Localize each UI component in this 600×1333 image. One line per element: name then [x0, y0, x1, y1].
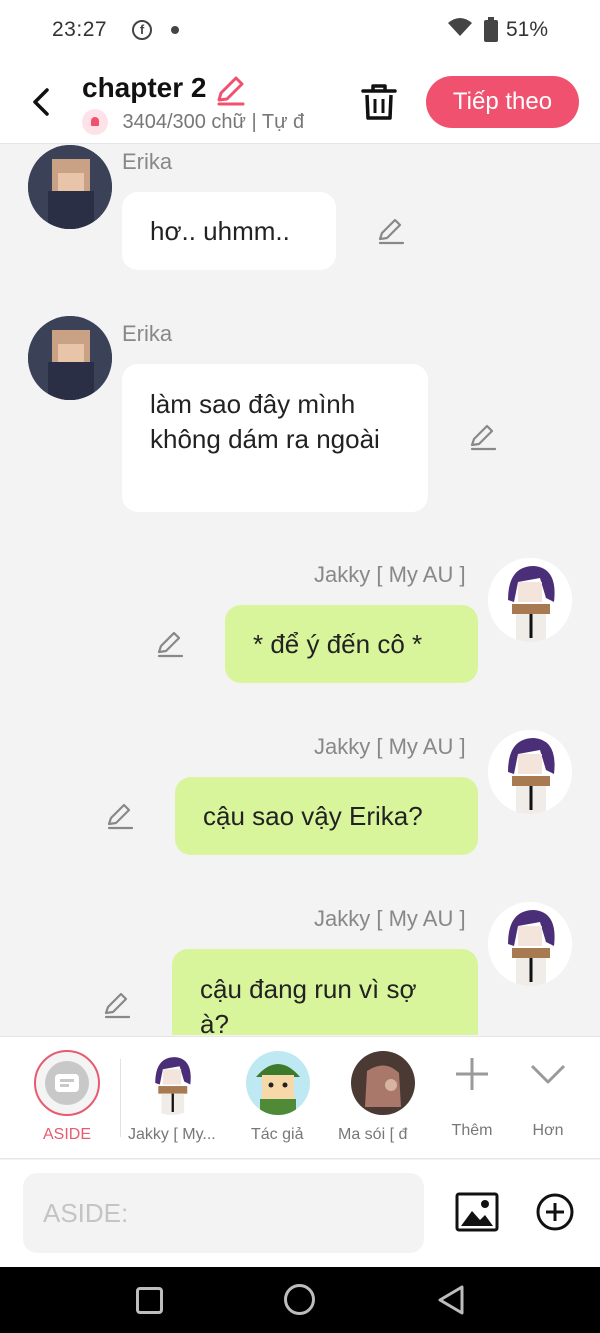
- character-jakky[interactable]: [140, 1051, 204, 1115]
- trash-icon[interactable]: [360, 82, 398, 122]
- edit-message-icon[interactable]: [103, 992, 131, 1020]
- facebook-icon: f: [132, 20, 152, 40]
- status-time: 23:27: [52, 18, 108, 41]
- chapter-title: chapter 2: [82, 72, 207, 103]
- character-author[interactable]: [246, 1051, 310, 1115]
- chapter-header: chapter 2 3404/300 chữ | Tự đ Tiếp theo: [0, 60, 600, 144]
- navigation-bar: [0, 1267, 600, 1333]
- werewolf-avatar-art: [351, 1051, 415, 1115]
- message-bubble[interactable]: làm sao đây mình không dám ra ngoài: [122, 364, 428, 512]
- message-bubble[interactable]: hơ.. uhmm..: [122, 192, 336, 270]
- erika-avatar[interactable]: [28, 145, 112, 229]
- jakky-avatar[interactable]: [488, 730, 572, 814]
- recents-icon[interactable]: [136, 1287, 163, 1314]
- message-sender: Erika: [122, 321, 173, 346]
- add-character-label[interactable]: Thêm: [446, 1122, 498, 1140]
- jakky-avatar-art: [488, 558, 572, 642]
- image-icon[interactable]: [455, 1190, 499, 1234]
- plus-icon[interactable]: [453, 1055, 491, 1093]
- nav-back-icon[interactable]: [436, 1284, 466, 1316]
- character-label: Tác giả: [251, 1126, 304, 1143]
- bell-badge-icon: [82, 109, 108, 135]
- jakky-avatar-art: [488, 902, 572, 986]
- message-bubble[interactable]: cậu đang run vì sợ à?: [172, 949, 478, 1035]
- edit-message-icon[interactable]: [469, 424, 497, 452]
- character-label: Jakky [ My...: [128, 1126, 216, 1143]
- aside-button[interactable]: [34, 1050, 100, 1116]
- divider: [120, 1059, 121, 1137]
- edit-message-icon[interactable]: [156, 631, 184, 659]
- aside-input[interactable]: [23, 1173, 424, 1253]
- aside-message-icon: [55, 1074, 79, 1092]
- jakky-avatar-art: [140, 1051, 204, 1115]
- battery-percent: 51%: [506, 18, 549, 41]
- chapter-info: 3404/300 chữ | Tự đ: [82, 109, 330, 137]
- chevron-down-icon[interactable]: [529, 1055, 567, 1093]
- message-bubble[interactable]: * để ý đến cô *: [225, 605, 478, 683]
- message-sender: Erika: [122, 149, 173, 174]
- message-sender: Jakky [ My AU ]: [314, 906, 466, 931]
- word-count-text: 3404/300 chữ | Tự đ: [122, 110, 305, 133]
- edit-message-icon[interactable]: [377, 218, 405, 246]
- author-avatar-art: [246, 1051, 310, 1115]
- jakky-avatar[interactable]: [488, 902, 572, 986]
- aside-label: ASIDE: [42, 1126, 91, 1143]
- edit-title-icon[interactable]: [213, 73, 247, 107]
- message-sender: Jakky [ My AU ]: [314, 562, 466, 587]
- home-icon[interactable]: [284, 1284, 315, 1315]
- wifi-icon: [448, 18, 472, 36]
- character-bar: ASIDE Jakky [ My... Tác giả Ma sói [đ T…: [0, 1036, 600, 1159]
- jakky-avatar-art: [488, 730, 572, 814]
- more-label[interactable]: Hơn: [522, 1122, 574, 1140]
- plus-circle-icon[interactable]: [535, 1192, 575, 1232]
- chat-area[interactable]: Erika hơ.. uhmm.. Erika làm sao đây mình…: [0, 145, 600, 1035]
- edit-message-icon[interactable]: [106, 803, 134, 831]
- erika-avatar[interactable]: [28, 316, 112, 400]
- message-sender: Jakky [ My AU ]: [314, 734, 466, 759]
- message-bubble[interactable]: cậu sao vậy Erika?: [175, 777, 478, 855]
- battery-icon: [484, 17, 498, 42]
- character-werewolf[interactable]: [351, 1051, 415, 1115]
- back-arrow-icon[interactable]: [26, 82, 56, 122]
- erika-avatar-art: [28, 145, 112, 229]
- composer-row: [0, 1160, 600, 1267]
- aside-circle: [45, 1061, 89, 1105]
- erika-avatar-art: [28, 316, 112, 400]
- dot-icon: [171, 26, 179, 34]
- character-label: Ma sói [ đ: [338, 1126, 408, 1143]
- next-button[interactable]: Tiếp theo: [426, 76, 579, 128]
- status-bar: 23:27 f 51%: [0, 0, 600, 60]
- jakky-avatar[interactable]: [488, 558, 572, 642]
